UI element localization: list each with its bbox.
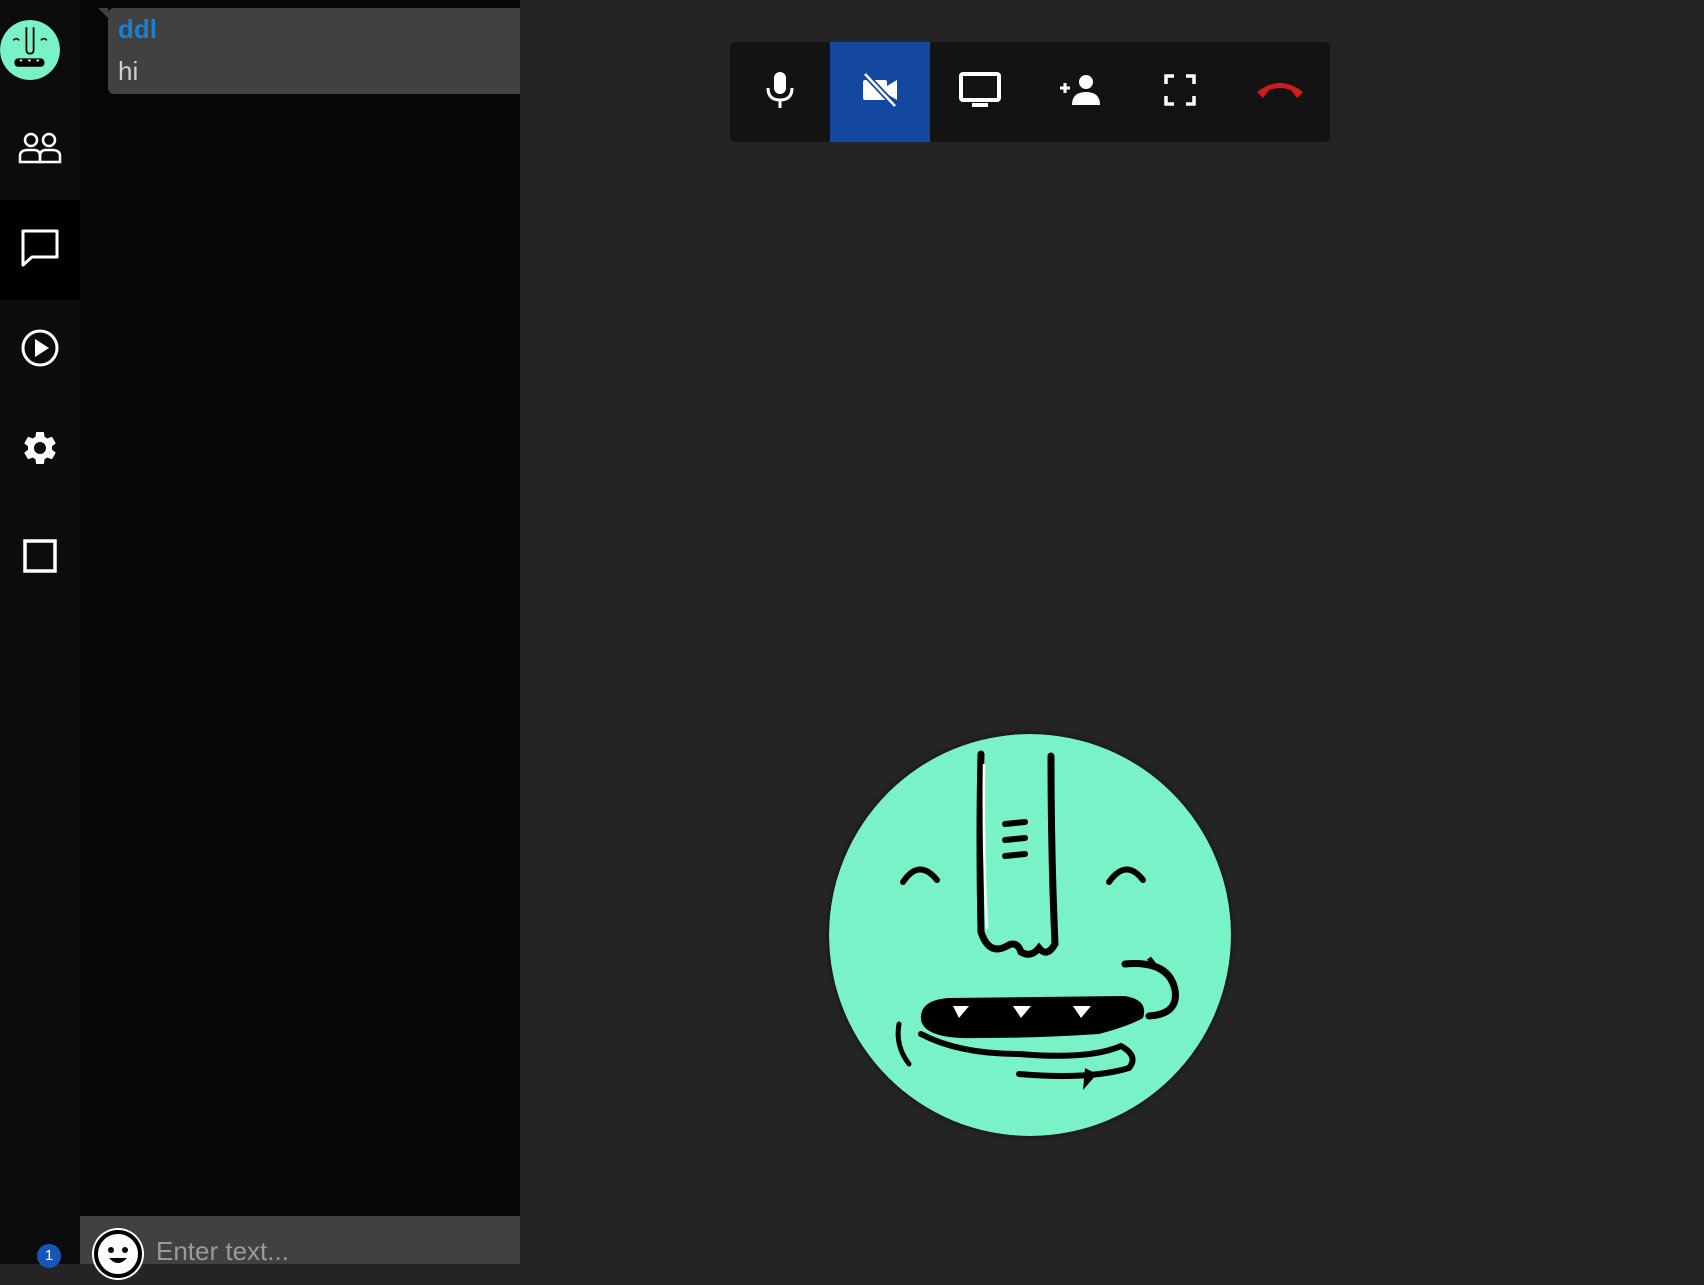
screen-share-icon [958, 71, 1002, 114]
participant-avatar [829, 734, 1231, 1136]
message-author: ddl [118, 14, 157, 44]
add-user-icon [1058, 73, 1102, 112]
sidebar-rail: 1 [0, 0, 80, 1268]
hang-up-icon [1255, 78, 1305, 107]
mute-button[interactable] [730, 42, 830, 142]
fullscreen-icon [1164, 73, 1196, 111]
user-avatar[interactable] [0, 20, 60, 80]
chat-panel: ddl hi [80, 0, 520, 1280]
notification-badge: 1 [37, 1244, 61, 1268]
add-participant-button[interactable] [1030, 42, 1130, 142]
smiley-icon [92, 1230, 144, 1284]
chat-input-bar [80, 1216, 520, 1280]
layout-button[interactable] [0, 508, 80, 608]
screen-share-button[interactable] [930, 42, 1030, 142]
chat-text-input[interactable] [154, 1230, 508, 1272]
message-text: hi [118, 56, 139, 86]
message-tail [98, 8, 108, 18]
chat-button[interactable] [0, 200, 80, 300]
settings-button[interactable] [0, 400, 80, 500]
microphone-icon [765, 70, 795, 115]
people-icon [18, 131, 62, 170]
chat-bubble-icon [20, 228, 60, 273]
camera-toggle-button[interactable] [830, 42, 930, 142]
fullscreen-button[interactable] [1130, 42, 1230, 142]
video-off-icon [860, 71, 900, 113]
participants-button[interactable] [0, 100, 80, 200]
play-circle-icon [20, 328, 60, 373]
gear-icon [20, 428, 60, 473]
square-icon [23, 538, 57, 578]
emoji-button[interactable] [92, 1228, 144, 1280]
hang-up-button[interactable] [1230, 42, 1330, 142]
playback-button[interactable] [0, 300, 80, 400]
chat-message: ddl hi [108, 8, 520, 94]
call-toolbar [730, 42, 1330, 142]
